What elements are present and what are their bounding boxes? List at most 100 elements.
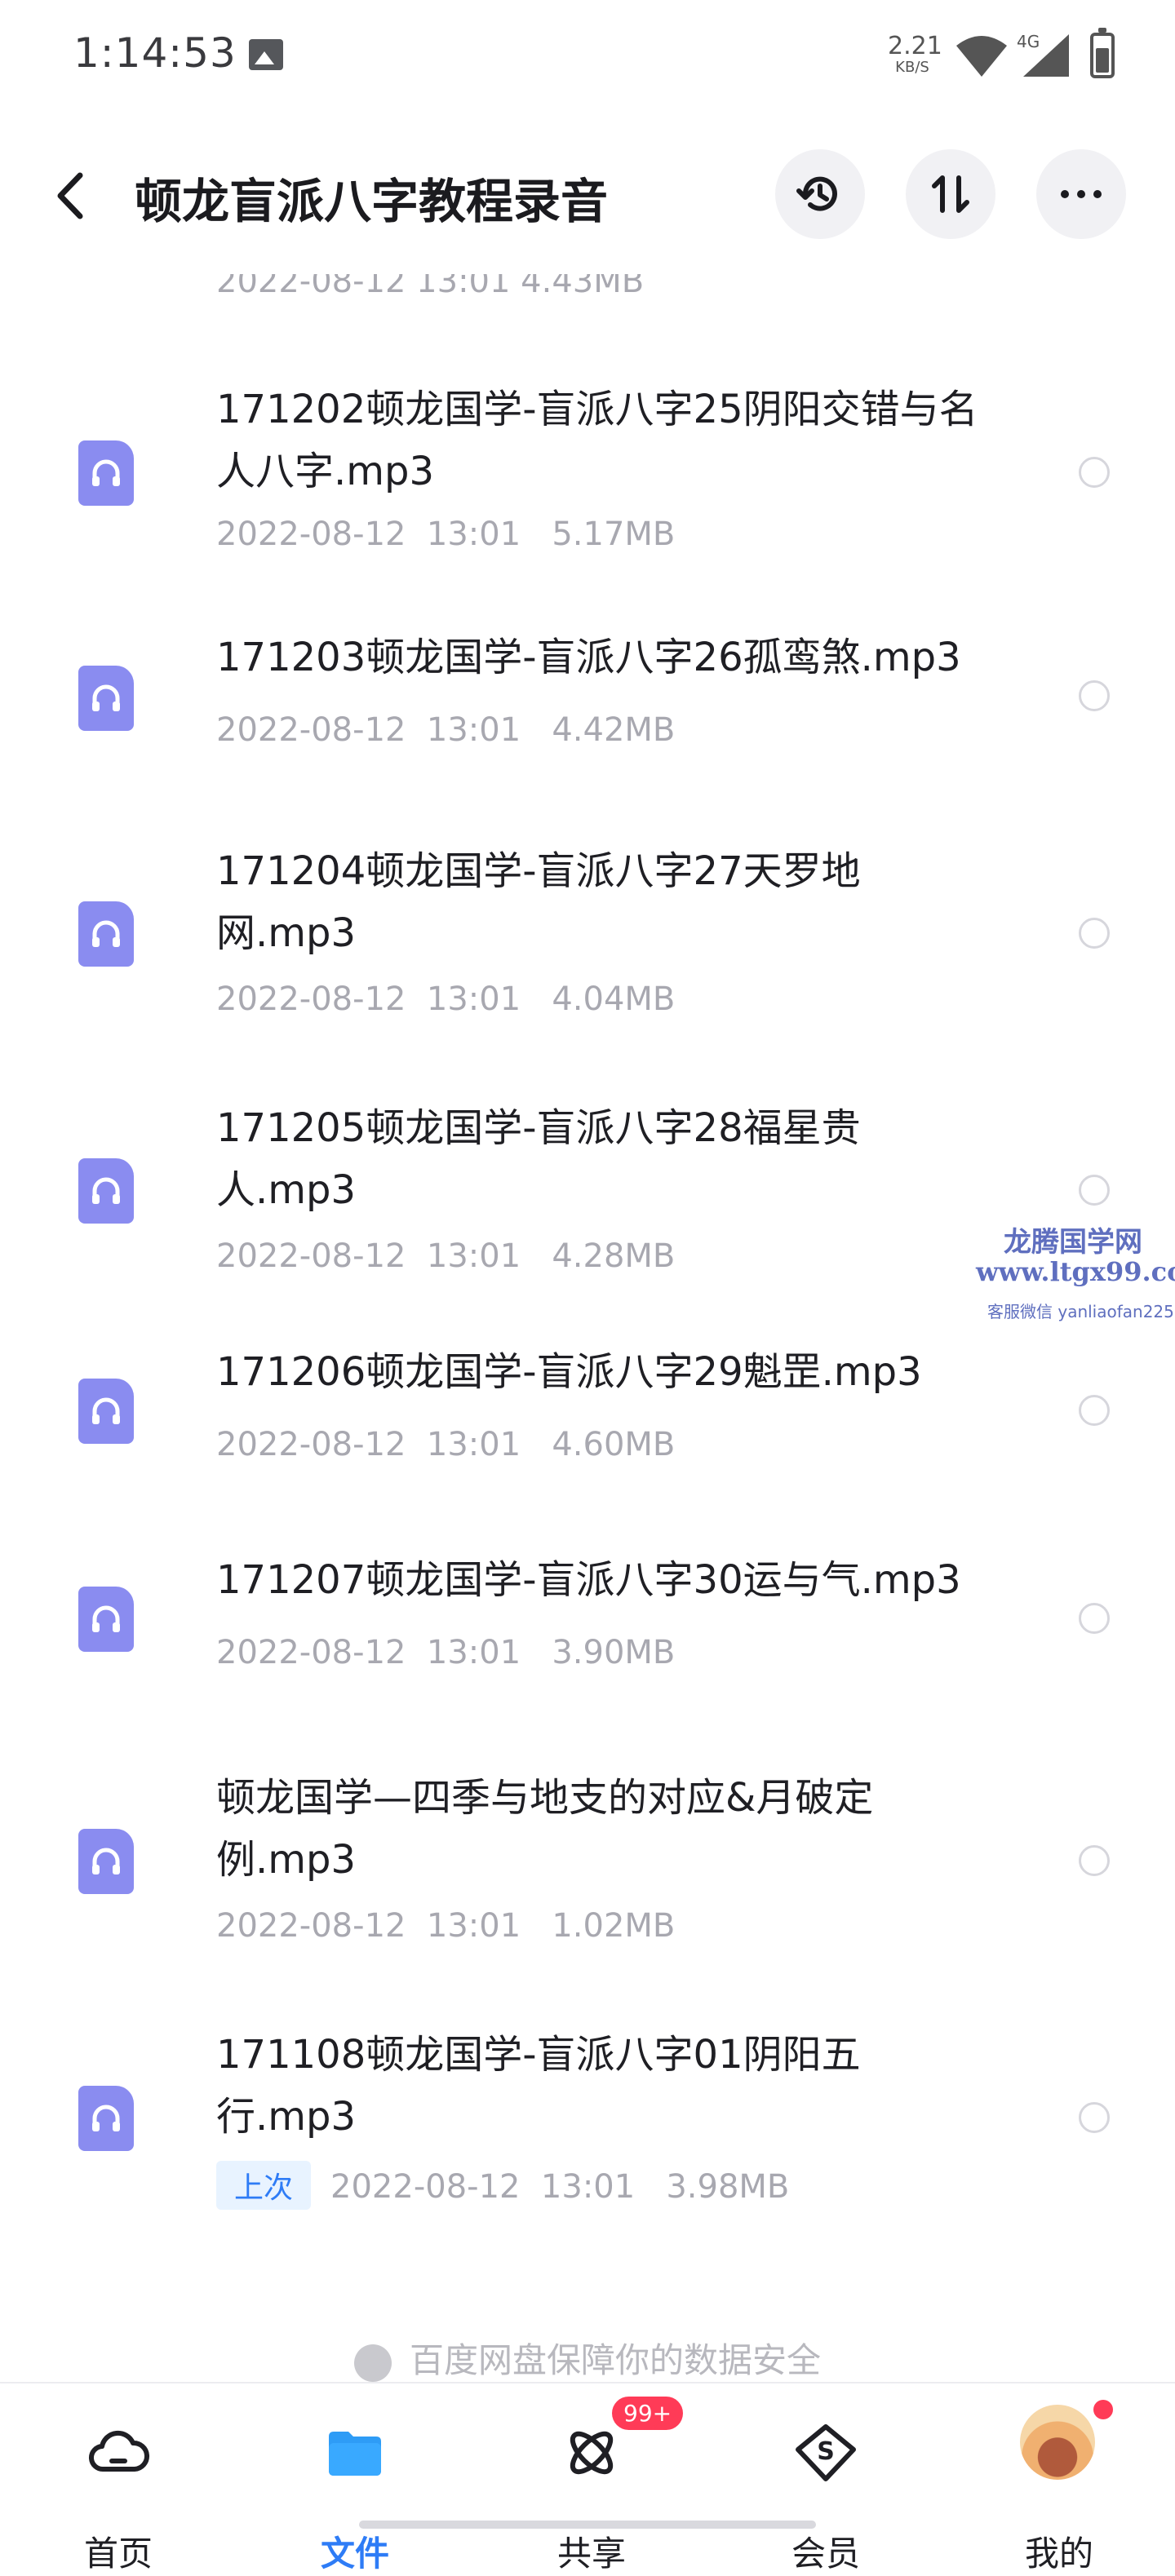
file-name: 171207顿龙国学-盲派八字30运与气.mp3 bbox=[216, 1557, 961, 1603]
file-time: 13:01 bbox=[426, 1634, 521, 1671]
watermark-title: 龙腾国学网 bbox=[1004, 1226, 1142, 1259]
more-button[interactable] bbox=[1036, 149, 1126, 239]
page-title: 顿龙盲派八字教程录音 bbox=[135, 174, 609, 229]
nav-label: 会员 bbox=[791, 2534, 860, 2574]
file-meta: 上次 2022-08-12 13:01 3.98MB bbox=[216, 2161, 789, 2210]
folder-icon bbox=[329, 2432, 381, 2476]
file-time: 13:01 bbox=[426, 1237, 521, 1275]
back-icon[interactable] bbox=[51, 167, 91, 224]
battery-icon bbox=[1090, 28, 1115, 78]
file-date: 2022-08-12 bbox=[216, 516, 406, 553]
shield-icon bbox=[353, 2344, 392, 2382]
file-row[interactable]: 171207顿龙国学-盲派八字30运与气.mp3 2022-08-12 13:0… bbox=[0, 1557, 1175, 1725]
nav-vip[interactable]: S 会员 bbox=[760, 2420, 891, 2574]
select-radio[interactable] bbox=[1079, 1175, 1110, 1206]
safety-notice: 百度网盘保障你的数据安全 bbox=[0, 2333, 1175, 2383]
diamond-s-icon: S bbox=[796, 2424, 856, 2481]
file-name: 171202顿龙国学-盲派八字25阴阳交错与名人八字.mp3 bbox=[216, 387, 978, 494]
select-radio[interactable] bbox=[1079, 1603, 1110, 1634]
file-size: 4.60MB bbox=[552, 1426, 676, 1463]
file-meta: 2022-08-12 13:01 4.43MB bbox=[216, 263, 645, 300]
audio-file-icon bbox=[78, 1158, 134, 1224]
file-name: 171203顿龙国学-盲派八字26孤鸾煞.mp3 bbox=[216, 635, 961, 680]
select-radio[interactable] bbox=[1079, 918, 1110, 949]
nav-files[interactable]: 文件 bbox=[290, 2420, 420, 2574]
nav-label: 首页 bbox=[83, 2534, 153, 2574]
file-size: 3.98MB bbox=[666, 2168, 790, 2206]
file-size: 3.90MB bbox=[552, 1634, 676, 1671]
cellular-signal-icon: 4G bbox=[1017, 32, 1069, 77]
select-radio[interactable] bbox=[1079, 457, 1110, 488]
file-meta: 2022-08-12 13:01 4.60MB bbox=[216, 1426, 675, 1463]
file-row[interactable]: 171204顿龙国学-盲派八字27天罗地网.mp3 2022-08-12 13:… bbox=[0, 840, 1175, 1069]
select-radio[interactable] bbox=[1079, 680, 1110, 711]
nav-share[interactable]: 共享 bbox=[526, 2420, 657, 2574]
file-row[interactable]: 顿龙国学—四季与地支的对应&月破定例.mp3 2022-08-12 13:01 … bbox=[0, 1770, 1175, 1998]
file-name: 顿龙国学—四季与地支的对应&月破定例.mp3 bbox=[216, 1775, 874, 1883]
file-date: 2022-08-12 bbox=[216, 1907, 406, 1945]
file-size: 4.28MB bbox=[552, 1237, 676, 1275]
file-name: 171205顿龙国学-盲派八字28福星贵人.mp3 bbox=[216, 1105, 861, 1213]
file-time: 13:01 bbox=[426, 1426, 521, 1463]
file-size: 5.17MB bbox=[552, 516, 676, 553]
file-meta: 2022-08-12 13:01 3.90MB bbox=[216, 1634, 675, 1671]
file-meta: 2022-08-12 13:01 4.28MB bbox=[216, 1237, 675, 1275]
file-date: 2022-08-12 bbox=[330, 2168, 521, 2206]
avatar[interactable] bbox=[1020, 2405, 1095, 2480]
status-time: 1:14:53 bbox=[73, 29, 237, 77]
file-time: 13:01 bbox=[426, 1907, 521, 1945]
file-date: 2022-08-12 bbox=[216, 711, 406, 749]
last-played-tag: 上次 bbox=[216, 2161, 312, 2210]
status-bar: 1:14:53 2.21 KB/S 4G bbox=[0, 0, 1175, 114]
audio-file-icon bbox=[78, 1587, 134, 1652]
speed-value: 2.21 bbox=[888, 32, 942, 60]
file-date: 2022-08-12 bbox=[216, 980, 406, 1018]
file-time: 13:01 bbox=[540, 2168, 636, 2206]
select-radio[interactable] bbox=[1079, 1845, 1110, 1876]
watermark-url: www.ltgx99.com bbox=[976, 1256, 1175, 1287]
cloud-icon bbox=[88, 2430, 149, 2472]
file-row[interactable]: 171202顿龙国学-盲派八字25阴阳交错与名人八字.mp3 2022-08-1… bbox=[0, 359, 1175, 587]
file-row[interactable]: 171108顿龙国学-盲派八字01阴阳五行.mp3 上次 2022-08-12 1… bbox=[0, 2027, 1175, 2255]
file-name: 171206顿龙国学-盲派八字29魁罡.mp3 bbox=[216, 1349, 922, 1395]
file-date: 2022-08-12 bbox=[216, 1634, 406, 1671]
share-badge: 99+ bbox=[612, 2397, 684, 2430]
history-button[interactable] bbox=[775, 149, 865, 239]
image-notification-icon bbox=[249, 39, 283, 70]
select-radio[interactable] bbox=[1079, 2102, 1110, 2133]
sort-icon bbox=[932, 175, 969, 213]
nav-home[interactable]: 首页 bbox=[53, 2420, 184, 2574]
home-indicator[interactable] bbox=[359, 2521, 816, 2529]
audio-file-icon bbox=[78, 2086, 134, 2151]
audio-file-icon bbox=[78, 666, 134, 731]
file-time: 13:01 bbox=[426, 711, 521, 749]
atom-icon bbox=[570, 2431, 614, 2475]
nav-label: 共享 bbox=[556, 2534, 626, 2574]
file-time: 13:01 bbox=[426, 980, 521, 1018]
network-type-label: 4G bbox=[1017, 32, 1040, 51]
audio-file-icon bbox=[78, 1829, 134, 1894]
file-meta: 2022-08-12 13:01 1.02MB bbox=[216, 1907, 675, 1945]
safety-text: 百度网盘保障你的数据安全 bbox=[409, 2340, 821, 2380]
file-row[interactable]: 171205顿龙国学-盲派八字28福星贵人.mp3 2022-08-12 13:… bbox=[0, 1097, 1175, 1326]
speed-unit: KB/S bbox=[895, 59, 929, 76]
network-speed: 2.21 KB/S bbox=[888, 32, 942, 76]
nav-label: 我的 bbox=[1024, 2534, 1093, 2574]
nav-label: 文件 bbox=[320, 2534, 389, 2574]
svg-text:S: S bbox=[817, 2437, 835, 2466]
file-row[interactable]: 171206顿龙国学-盲派八字29魁罡.mp3 2022-08-12 13:01… bbox=[0, 1349, 1175, 1517]
watermark-contact: 客服微信 yanliaofan225 bbox=[987, 1302, 1174, 1321]
file-size: 1.02MB bbox=[552, 1907, 676, 1945]
file-row[interactable]: 171203顿龙国学-盲派八字26孤鸾煞.mp3 2022-08-12 13:0… bbox=[0, 620, 1175, 783]
notification-dot bbox=[1093, 2400, 1113, 2419]
sort-button[interactable] bbox=[906, 149, 995, 239]
file-meta: 2022-08-12 13:01 4.04MB bbox=[216, 980, 675, 1018]
file-date: 2022-08-12 bbox=[216, 1237, 406, 1275]
more-icon bbox=[1061, 190, 1102, 198]
audio-file-icon bbox=[78, 440, 134, 506]
file-meta: 2022-08-12 13:01 5.17MB bbox=[216, 516, 675, 553]
select-radio[interactable] bbox=[1079, 1395, 1110, 1426]
audio-file-icon bbox=[78, 1379, 134, 1444]
history-icon bbox=[796, 176, 837, 211]
file-size: 4.42MB bbox=[552, 711, 676, 749]
